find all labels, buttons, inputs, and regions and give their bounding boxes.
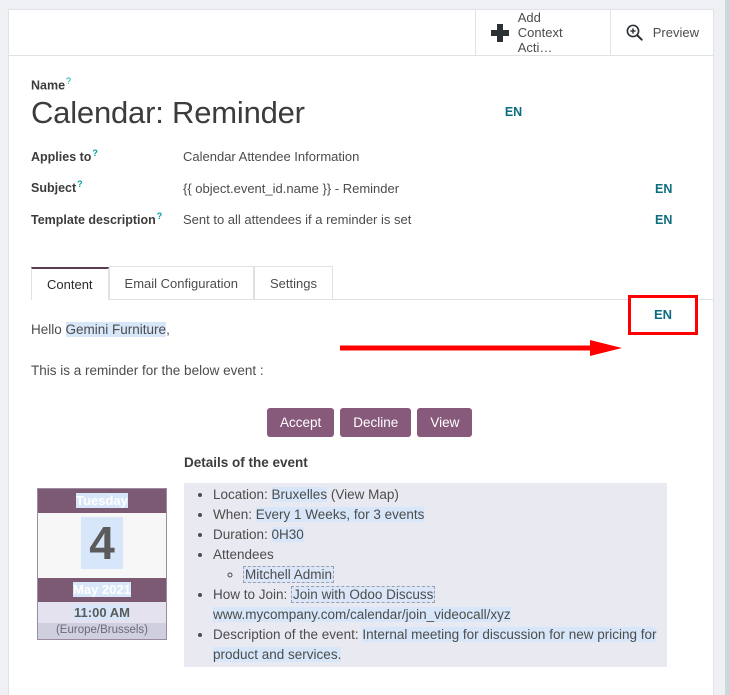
template-description-label-wrap: Template description? [31, 211, 183, 227]
calendar-month-year-text: May 2021 [73, 581, 131, 597]
applies-to-row: Applies to? Calendar Attendee Informatio… [31, 148, 691, 164]
details-title: Details of the event [184, 454, 308, 470]
when-label: When: [213, 506, 256, 522]
calendar-timezone: (Europe/Brussels) [38, 622, 166, 639]
view-button[interactable]: View [417, 407, 473, 437]
calendar-day-number: 4 [81, 516, 123, 569]
attendee-item: Mitchell Admin [243, 565, 667, 585]
name-field-group: Name? [31, 76, 691, 92]
detail-attendees: Attendees Mitchell Admin [213, 545, 667, 585]
add-context-action-label: Add Context Acti… [517, 10, 563, 55]
greeting-name: Gemini Furniture [65, 321, 167, 337]
tab-settings[interactable]: Settings [254, 265, 333, 300]
preview-button[interactable]: Preview [609, 10, 713, 55]
greeting-suffix: , [166, 321, 170, 337]
calendar-day: 4 [38, 512, 166, 578]
subject-label: Subject [31, 181, 77, 196]
form-sheet: Add Context Acti… Preview Name? Calendar… [8, 9, 714, 695]
location-suffix: (View Map) [327, 486, 399, 502]
how-to-join-label: How to Join: [213, 586, 292, 602]
statusbar: Add Context Acti… Preview [9, 10, 713, 56]
location-value: Bruxelles [271, 486, 328, 502]
calendar-weekday-text: Tuesday [76, 492, 128, 508]
detail-how-to-join: How to Join: Join with Odoo Discuss www.m… [213, 585, 667, 625]
record-form: Name? Calendar: Reminder EN Applies to? … [9, 56, 713, 227]
intro-line: This is a reminder for the below event : [31, 362, 264, 378]
duration-value: 0H30 [271, 526, 304, 542]
preview-label: Preview [652, 25, 699, 40]
template-description-row: Template description? Sent to all attend… [31, 211, 691, 227]
event-details-list: Location: Bruxelles (View Map) When: Eve… [184, 482, 667, 667]
vertical-scrollbar[interactable] [725, 0, 730, 695]
subject-label-wrap: Subject? [31, 179, 183, 195]
template-description-value[interactable]: Sent to all attendees if a reminder is s… [183, 212, 655, 227]
calendar-time: 11:00 AM [38, 601, 166, 623]
name-label: Name [31, 78, 66, 93]
applies-to-value[interactable]: Calendar Attendee Information [183, 149, 691, 164]
detail-location: Location: Bruxelles (View Map) [213, 485, 667, 505]
duration-label: Duration: [213, 526, 272, 542]
details-ul: Location: Bruxelles (View Map) When: Eve… [184, 485, 667, 665]
name-value-row: Calendar: Reminder EN [31, 93, 691, 133]
event-details-block: Location: Bruxelles (View Map) When: Eve… [184, 482, 667, 667]
name-help-icon[interactable]: ? [66, 76, 71, 86]
body-translate-link[interactable]: EN [654, 307, 672, 322]
how-to-join-url[interactable]: www.mycompany.com/calendar/join_videocal… [213, 606, 511, 622]
calendar-card: Tuesday 4 May 2021 11:00 AM (Europe/Brus… [37, 487, 167, 640]
plus-icon [490, 23, 510, 43]
greeting-prefix: Hello [31, 321, 66, 337]
description-label: Description of the event: [213, 626, 363, 642]
detail-when: When: Every 1 Weeks, for 3 events [213, 505, 667, 525]
page-title[interactable]: Calendar: Reminder [31, 93, 305, 133]
template-description-translate-link[interactable]: EN [655, 213, 691, 227]
subject-value[interactable]: {{ object.event_id.name }} - Reminder [183, 181, 655, 196]
applies-to-label-wrap: Applies to? [31, 148, 183, 164]
template-description-help-icon[interactable]: ? [157, 211, 163, 221]
body-translate-highlight-box: EN [628, 294, 698, 335]
detail-duration: Duration: 0H30 [213, 525, 667, 545]
attendees-label: Attendees [213, 546, 274, 562]
subject-translate-link[interactable]: EN [655, 182, 691, 196]
how-to-join-link[interactable]: Join with Odoo Discuss [291, 585, 436, 603]
event-action-buttons: Accept Decline View [31, 407, 691, 437]
attendees-ul: Mitchell Admin [213, 565, 667, 585]
notebook-tabs: Content Email Configuration Settings [31, 265, 713, 300]
detail-description: Description of the event: Internal meeti… [213, 625, 667, 665]
subject-help-icon[interactable]: ? [77, 179, 83, 189]
add-context-action-button[interactable]: Add Context Acti… [474, 10, 610, 55]
attendee-name: Mitchell Admin [243, 565, 335, 583]
template-description-label: Template description [31, 212, 156, 227]
event-section: Details of the event Tuesday 4 May 2021 … [31, 454, 691, 667]
name-translate-link[interactable]: EN [505, 105, 522, 119]
location-label: Location: [213, 486, 272, 502]
applies-to-label: Applies to [31, 150, 92, 165]
calendar-time-text: 11:00 AM [74, 604, 130, 620]
tab-content[interactable]: Content [31, 266, 109, 300]
greeting-line: Hello Gemini Furniture, [31, 321, 691, 337]
magnifier-plus-icon [625, 23, 645, 43]
decline-button[interactable]: Decline [340, 407, 412, 437]
email-body: EN Hello Gemini Furniture, This is a rem… [9, 294, 713, 667]
calendar-month-year: May 2021 [38, 577, 166, 602]
applies-to-help-icon[interactable]: ? [92, 148, 98, 158]
subject-row: Subject? {{ object.event_id.name }} - Re… [31, 179, 691, 195]
accept-button[interactable]: Accept [267, 407, 335, 437]
when-value: Every 1 Weeks, for 3 events [255, 506, 425, 522]
tab-email-configuration[interactable]: Email Configuration [108, 265, 254, 300]
calendar-weekday: Tuesday [38, 488, 166, 513]
